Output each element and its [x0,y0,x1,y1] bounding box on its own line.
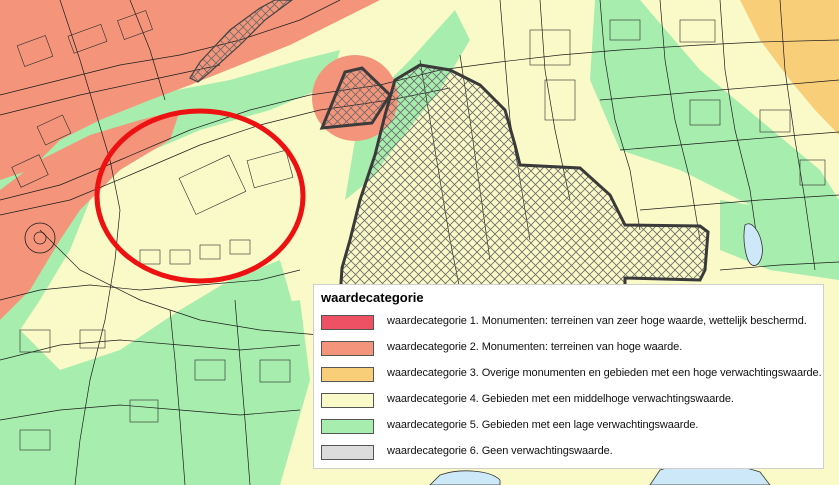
legend-swatch-1 [321,315,374,330]
legend-label-5: waardecategorie 5. Gebieden met een lage… [387,419,699,431]
legend-label-6: waardecategorie 6. Geen verwachtingswaar… [387,445,613,457]
legend-swatch-6 [321,445,374,460]
legend-label-2: waardecategorie 2. Monumenten: terreinen… [387,341,683,353]
legend-panel: waardecategorie waardecategorie 1. Monum… [313,284,824,469]
legend-title: waardecategorie [321,290,424,305]
legend-label-4: waardecategorie 4. Gebieden met een midd… [387,393,734,405]
legend-swatch-5 [321,419,374,434]
zone-cat5-south [140,300,310,485]
legend-swatch-4 [321,393,374,408]
legend-label-1: waardecategorie 1. Monumenten: terreinen… [387,315,807,327]
legend-swatch-3 [321,367,374,382]
legend-swatch-2 [321,341,374,356]
legend-label-3: waardecategorie 3. Overige monumenten en… [387,367,822,379]
